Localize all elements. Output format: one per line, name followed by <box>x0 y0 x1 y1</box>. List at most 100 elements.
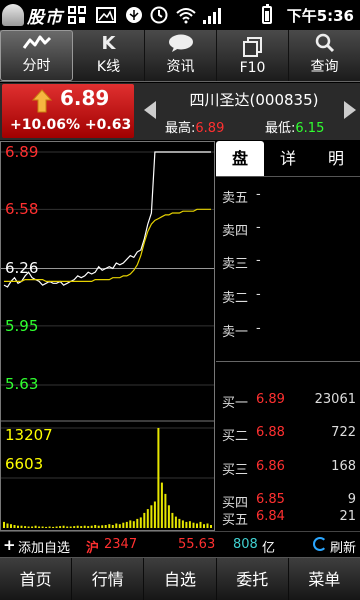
k-icon: K <box>101 32 116 54</box>
refresh-button[interactable]: 刷新 <box>330 537 356 556</box>
order-price: - <box>256 253 261 268</box>
volume-bar <box>185 521 188 528</box>
volume-bar <box>178 518 181 528</box>
order-price: - <box>256 321 261 336</box>
bottom-nav: 首页 行情 自选 委托 菜单 <box>0 557 360 600</box>
turnover-unit: 亿 <box>262 541 276 556</box>
volume-bar <box>139 517 142 528</box>
order-level-label: 卖五 <box>222 191 249 206</box>
volume-bar <box>10 524 12 528</box>
price-axis-label: 6.58 <box>5 200 39 218</box>
volume-bar <box>192 522 195 528</box>
volume-bar <box>59 526 62 528</box>
low-label: 最低: <box>265 121 296 136</box>
price-axis-label: 6.89 <box>5 143 39 161</box>
order-volume: 9 <box>347 492 356 507</box>
index-bar: + 添加自选 沪 2347 55.63 808 亿 刷新 <box>0 531 360 557</box>
tab-intraday[interactable]: 分时 <box>0 30 73 81</box>
tab-kline[interactable]: K K线 <box>73 30 145 81</box>
low-value: 6.15 <box>295 121 325 136</box>
volume-bar <box>136 518 139 528</box>
pages-icon <box>242 37 262 57</box>
volume-bar <box>6 523 9 528</box>
volume-bar <box>125 521 128 528</box>
nav-trade[interactable]: 委托 <box>217 558 289 600</box>
nav-home[interactable]: 首页 <box>0 558 73 600</box>
tab-detail[interactable]: 详 <box>264 141 312 176</box>
volume-bar <box>188 521 191 528</box>
volume-bar <box>118 524 121 528</box>
plus-icon[interactable]: + <box>3 536 16 554</box>
volume-bar <box>115 523 118 528</box>
tab-query[interactable]: 查询 <box>289 30 360 81</box>
nav-menu[interactable]: 菜单 <box>289 558 360 600</box>
app-indicator: 股市 <box>2 3 63 28</box>
next-stock-arrow-icon[interactable] <box>344 101 356 119</box>
volume-bar <box>83 525 86 528</box>
volume-bar <box>97 525 100 528</box>
index-value: 2347 <box>104 537 138 552</box>
buy-row: 买五 6.84 21 <box>216 509 360 529</box>
volume-bar <box>167 505 170 528</box>
volume-bar <box>157 428 160 528</box>
volume-bar <box>174 516 177 528</box>
volume-bar <box>31 526 34 528</box>
order-price: 6.88 <box>256 425 285 440</box>
price-change: +10.06% +0.63 <box>10 117 131 133</box>
nav-market[interactable]: 行情 <box>72 558 145 600</box>
add-watchlist-button[interactable]: 添加自选 <box>18 537 70 556</box>
market-label: 沪 <box>86 541 100 556</box>
refresh-icon[interactable] <box>313 537 327 551</box>
battery-icon <box>262 4 272 24</box>
order-book-tabs: 盘 详 明 <box>216 141 360 177</box>
volume-bar <box>122 522 125 528</box>
volume-bar <box>132 521 135 528</box>
tab-book[interactable]: 盘 <box>216 141 264 176</box>
tab-news[interactable]: 资讯 <box>145 30 217 81</box>
high-value: 6.89 <box>195 121 225 136</box>
buy-row: 买一 6.89 23061 <box>216 392 360 412</box>
volume-bar <box>80 526 83 528</box>
order-price: 6.84 <box>256 509 285 524</box>
volume-bar <box>69 526 72 528</box>
order-volume: 168 <box>331 459 356 474</box>
volume-bar <box>66 526 69 528</box>
volume-bar <box>3 521 5 528</box>
person-icon <box>2 4 24 26</box>
usb-icon <box>126 7 142 23</box>
buy-row: 买二 6.88 722 <box>216 425 360 445</box>
intraday-chart[interactable]: 6.89 6.58 6.26 5.95 5.63 13207 6603 <box>0 141 215 531</box>
nav-watchlist[interactable]: 自选 <box>144 558 217 600</box>
volume-bar <box>111 525 114 528</box>
clock-icon <box>150 6 168 24</box>
sell-row: 卖四 - <box>216 220 360 240</box>
volume-bar <box>206 523 209 528</box>
tab-label: F10 <box>239 60 266 76</box>
volume-bar <box>87 526 90 528</box>
order-price: - <box>256 287 261 302</box>
volume-bar <box>129 520 132 528</box>
tab-ticks[interactable]: 明 <box>312 141 360 176</box>
volume-bar <box>160 482 163 528</box>
prev-stock-arrow-icon[interactable] <box>144 101 156 119</box>
volume-bar <box>38 526 41 528</box>
order-book-divider <box>216 361 360 362</box>
high-label: 最高: <box>165 121 196 136</box>
volume-bar <box>153 501 156 528</box>
image-icon <box>96 7 116 23</box>
volume-axis-label: 6603 <box>5 455 44 473</box>
volume-bar <box>34 525 37 528</box>
volume-bar <box>20 525 23 528</box>
volume-bar <box>76 525 79 528</box>
tab-label: 查询 <box>310 59 339 75</box>
tab-f10[interactable]: F10 <box>217 30 289 81</box>
volume-bar <box>181 520 184 528</box>
volume-bar <box>199 521 202 528</box>
chat-bubble-icon <box>168 34 193 52</box>
volume-bar <box>45 526 48 528</box>
app-name: 股市 <box>27 7 63 28</box>
order-level-label: 买三 <box>222 463 249 478</box>
order-level-label: 买二 <box>222 429 249 444</box>
turnover-amount: 808 <box>233 537 258 552</box>
status-bar: 股市 下午5:36 <box>0 0 360 30</box>
